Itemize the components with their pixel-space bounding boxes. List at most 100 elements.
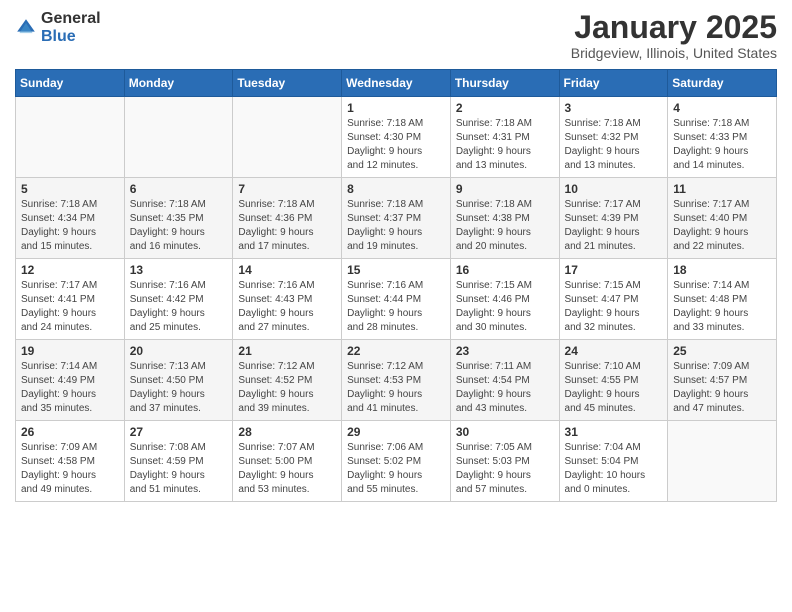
calendar-cell: 3 Sunrise: 7:18 AMSunset: 4:32 PMDaylight… xyxy=(559,97,668,178)
calendar-cell: 7Sunrise: 7:18 AMSunset: 4:36 PMDaylight… xyxy=(233,178,342,259)
logo-general-text: General xyxy=(41,10,101,27)
day-number: 18 xyxy=(673,263,771,277)
day-info: Sunrise: 7:05 AMSunset: 5:03 PMDaylight:… xyxy=(456,441,554,497)
calendar-table: SundayMondayTuesdayWednesdayThursdayFrid… xyxy=(15,69,777,502)
day-number: 10 xyxy=(565,182,663,196)
calendar-cell: 21 Sunrise: 7:12 AMSunset: 4:52 PMDayligh… xyxy=(233,340,342,421)
calendar-cell: 8 Sunrise: 7:18 AMSunset: 4:37 PMDaylight… xyxy=(342,178,451,259)
calendar-cell: 12 Sunrise: 7:17 AMSunset: 4:41 PMDayligh… xyxy=(16,259,125,340)
calendar-cell: 31Sunrise: 7:04 AMSunset: 5:04 PMDayligh… xyxy=(559,421,668,502)
location: Bridgeview, Illinois, United States xyxy=(571,45,777,61)
calendar-cell: 22Sunrise: 7:12 AMSunset: 4:53 PMDayligh… xyxy=(342,340,451,421)
day-info: Sunrise: 7:17 AMSunset: 4:39 PMDaylight:… xyxy=(565,198,663,254)
day-info: Sunrise: 7:16 AMSunset: 4:44 PMDaylight:… xyxy=(347,279,445,335)
weekday-header-tuesday: Tuesday xyxy=(233,70,342,97)
day-info: Sunrise: 7:15 AMSunset: 4:46 PMDaylight:… xyxy=(456,279,554,335)
calendar-cell xyxy=(124,97,233,178)
day-info: Sunrise: 7:18 AMSunset: 4:32 PMDaylight:… xyxy=(565,117,663,173)
day-number: 15 xyxy=(347,263,445,277)
day-number: 3 xyxy=(565,101,663,115)
calendar-cell xyxy=(16,97,125,178)
day-info: Sunrise: 7:12 AMSunset: 4:52 PMDaylight:… xyxy=(238,360,336,416)
calendar-cell: 29Sunrise: 7:06 AMSunset: 5:02 PMDayligh… xyxy=(342,421,451,502)
calendar-row-1: 5Sunrise: 7:18 AMSunset: 4:34 PMDaylight… xyxy=(16,178,777,259)
calendar-cell: 25 Sunrise: 7:09 AMSunset: 4:57 PMDayligh… xyxy=(668,340,777,421)
weekday-header-friday: Friday xyxy=(559,70,668,97)
day-number: 6 xyxy=(130,182,228,196)
calendar-cell: 4 Sunrise: 7:18 AMSunset: 4:33 PMDaylight… xyxy=(668,97,777,178)
day-info: Sunrise: 7:18 AMSunset: 4:38 PMDaylight:… xyxy=(456,198,554,254)
day-number: 19 xyxy=(21,344,119,358)
day-number: 2 xyxy=(456,101,554,115)
calendar-cell: 26 Sunrise: 7:09 AMSunset: 4:58 PMDayligh… xyxy=(16,421,125,502)
day-info: Sunrise: 7:15 AMSunset: 4:47 PMDaylight:… xyxy=(565,279,663,335)
calendar-cell: 6 Sunrise: 7:18 AMSunset: 4:35 PMDaylight… xyxy=(124,178,233,259)
day-number: 29 xyxy=(347,425,445,439)
day-number: 23 xyxy=(456,344,554,358)
page-header: General Blue January 2025 Bridgeview, Il… xyxy=(15,10,777,61)
day-info: Sunrise: 7:08 AMSunset: 4:59 PMDaylight:… xyxy=(130,441,228,497)
day-info: Sunrise: 7:10 AMSunset: 4:55 PMDaylight:… xyxy=(565,360,663,416)
calendar-cell: 9 Sunrise: 7:18 AMSunset: 4:38 PMDaylight… xyxy=(450,178,559,259)
calendar-cell: 2 Sunrise: 7:18 AMSunset: 4:31 PMDaylight… xyxy=(450,97,559,178)
day-number: 25 xyxy=(673,344,771,358)
calendar-cell: 14Sunrise: 7:16 AMSunset: 4:43 PMDayligh… xyxy=(233,259,342,340)
day-number: 13 xyxy=(130,263,228,277)
calendar-cell: 5Sunrise: 7:18 AMSunset: 4:34 PMDaylight… xyxy=(16,178,125,259)
day-info: Sunrise: 7:16 AMSunset: 4:42 PMDaylight:… xyxy=(130,279,228,335)
day-number: 16 xyxy=(456,263,554,277)
day-info: Sunrise: 7:14 AMSunset: 4:49 PMDaylight:… xyxy=(21,360,119,416)
day-info: Sunrise: 7:18 AMSunset: 4:33 PMDaylight:… xyxy=(673,117,771,173)
calendar-cell: 19 Sunrise: 7:14 AMSunset: 4:49 PMDayligh… xyxy=(16,340,125,421)
day-number: 4 xyxy=(673,101,771,115)
day-number: 14 xyxy=(238,263,336,277)
weekday-header-wednesday: Wednesday xyxy=(342,70,451,97)
day-number: 12 xyxy=(21,263,119,277)
calendar-cell: 30Sunrise: 7:05 AMSunset: 5:03 PMDayligh… xyxy=(450,421,559,502)
day-number: 11 xyxy=(673,182,771,196)
calendar-cell: 11Sunrise: 7:17 AMSunset: 4:40 PMDayligh… xyxy=(668,178,777,259)
day-number: 26 xyxy=(21,425,119,439)
day-info: Sunrise: 7:18 AMSunset: 4:37 PMDaylight:… xyxy=(347,198,445,254)
calendar-row-3: 19 Sunrise: 7:14 AMSunset: 4:49 PMDayligh… xyxy=(16,340,777,421)
day-number: 21 xyxy=(238,344,336,358)
day-info: Sunrise: 7:18 AMSunset: 4:31 PMDaylight:… xyxy=(456,117,554,173)
day-number: 31 xyxy=(565,425,663,439)
weekday-header-sunday: Sunday xyxy=(16,70,125,97)
day-info: Sunrise: 7:18 AMSunset: 4:34 PMDaylight:… xyxy=(21,198,119,254)
day-info: Sunrise: 7:13 AMSunset: 4:50 PMDaylight:… xyxy=(130,360,228,416)
day-number: 7 xyxy=(238,182,336,196)
logo-icon xyxy=(15,17,37,39)
day-info: Sunrise: 7:11 AMSunset: 4:54 PMDaylight:… xyxy=(456,360,554,416)
day-info: Sunrise: 7:17 AMSunset: 4:41 PMDaylight:… xyxy=(21,279,119,335)
day-number: 17 xyxy=(565,263,663,277)
day-number: 8 xyxy=(347,182,445,196)
calendar-cell: 24Sunrise: 7:10 AMSunset: 4:55 PMDayligh… xyxy=(559,340,668,421)
logo-blue-text: Blue xyxy=(41,28,76,45)
day-info: Sunrise: 7:09 AMSunset: 4:57 PMDaylight:… xyxy=(673,360,771,416)
day-info: Sunrise: 7:09 AMSunset: 4:58 PMDaylight:… xyxy=(21,441,119,497)
month-title: January 2025 xyxy=(571,10,777,45)
calendar-cell: 23 Sunrise: 7:11 AMSunset: 4:54 PMDayligh… xyxy=(450,340,559,421)
calendar-cell: 1Sunrise: 7:18 AMSunset: 4:30 PMDaylight… xyxy=(342,97,451,178)
day-number: 27 xyxy=(130,425,228,439)
weekday-header-saturday: Saturday xyxy=(668,70,777,97)
logo: General Blue xyxy=(15,10,101,46)
calendar-row-0: 1Sunrise: 7:18 AMSunset: 4:30 PMDaylight… xyxy=(16,97,777,178)
day-number: 1 xyxy=(347,101,445,115)
day-info: Sunrise: 7:18 AMSunset: 4:35 PMDaylight:… xyxy=(130,198,228,254)
calendar-row-4: 26 Sunrise: 7:09 AMSunset: 4:58 PMDayligh… xyxy=(16,421,777,502)
calendar-cell: 17 Sunrise: 7:15 AMSunset: 4:47 PMDayligh… xyxy=(559,259,668,340)
day-number: 28 xyxy=(238,425,336,439)
calendar-cell xyxy=(668,421,777,502)
day-info: Sunrise: 7:14 AMSunset: 4:48 PMDaylight:… xyxy=(673,279,771,335)
calendar-cell: 16 Sunrise: 7:15 AMSunset: 4:46 PMDayligh… xyxy=(450,259,559,340)
calendar-cell: 20Sunrise: 7:13 AMSunset: 4:50 PMDayligh… xyxy=(124,340,233,421)
calendar-cell: 28Sunrise: 7:07 AMSunset: 5:00 PMDayligh… xyxy=(233,421,342,502)
calendar-cell: 13 Sunrise: 7:16 AMSunset: 4:42 PMDayligh… xyxy=(124,259,233,340)
day-info: Sunrise: 7:12 AMSunset: 4:53 PMDaylight:… xyxy=(347,360,445,416)
calendar-cell: 10 Sunrise: 7:17 AMSunset: 4:39 PMDayligh… xyxy=(559,178,668,259)
title-section: January 2025 Bridgeview, Illinois, Unite… xyxy=(571,10,777,61)
calendar-cell: 27 Sunrise: 7:08 AMSunset: 4:59 PMDayligh… xyxy=(124,421,233,502)
day-number: 9 xyxy=(456,182,554,196)
